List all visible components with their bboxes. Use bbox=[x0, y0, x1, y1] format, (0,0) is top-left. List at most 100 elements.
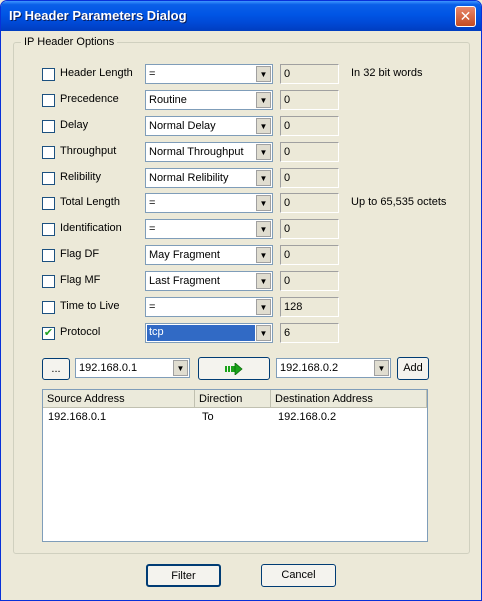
parameter-combo[interactable]: = ▼ bbox=[145, 297, 273, 317]
parameter-combo[interactable]: Normal Delay ▼ bbox=[145, 116, 273, 136]
chevron-down-icon[interactable]: ▼ bbox=[256, 195, 271, 211]
add-label: Add bbox=[403, 362, 423, 374]
parameter-value-field[interactable]: 0 bbox=[280, 142, 339, 162]
parameter-row: Flag DF May Fragment ▼ 0 bbox=[1, 244, 481, 266]
parameter-row: ✔ Protocol tcp ▼ 6 bbox=[1, 322, 481, 344]
parameter-checkbox[interactable] bbox=[42, 172, 55, 185]
parameter-combo-value: May Fragment bbox=[149, 249, 220, 261]
cell-source: 192.168.0.1 bbox=[48, 411, 107, 423]
parameter-label: Precedence bbox=[60, 93, 119, 105]
parameter-value-field[interactable]: 0 bbox=[280, 219, 339, 239]
parameter-combo[interactable]: = ▼ bbox=[145, 193, 273, 213]
parameter-label: Delay bbox=[60, 119, 89, 131]
parameter-row: Relibility Normal Relibility ▼ 0 bbox=[1, 167, 481, 189]
parameter-label: Total Length bbox=[60, 196, 120, 208]
parameter-label: Time to Live bbox=[60, 300, 120, 312]
parameter-value: 0 bbox=[284, 120, 291, 132]
parameter-checkbox[interactable] bbox=[42, 94, 55, 107]
parameter-value: 0 bbox=[284, 275, 291, 287]
address-list[interactable]: Source Address Direction Destination Add… bbox=[42, 389, 428, 542]
chevron-down-icon[interactable]: ▼ bbox=[256, 92, 271, 108]
parameter-checkbox[interactable] bbox=[42, 120, 55, 133]
title-bar[interactable]: IP Header Parameters Dialog ✕ bbox=[1, 1, 481, 31]
column-direction[interactable]: Direction bbox=[195, 390, 271, 408]
parameter-checkbox[interactable] bbox=[42, 68, 55, 81]
destination-address-combo[interactable]: 192.168.0.2 ▼ bbox=[276, 358, 391, 378]
cell-destination: 192.168.0.2 bbox=[278, 411, 337, 423]
browse-label: ... bbox=[51, 363, 61, 375]
parameter-combo[interactable]: = ▼ bbox=[145, 64, 273, 84]
chevron-down-icon[interactable]: ▼ bbox=[256, 247, 271, 263]
chevron-down-icon[interactable]: ▼ bbox=[256, 299, 271, 315]
parameter-combo[interactable]: = ▼ bbox=[145, 219, 273, 239]
parameter-value: 128 bbox=[284, 301, 303, 313]
destination-address-value: 192.168.0.2 bbox=[280, 362, 339, 374]
chevron-down-icon[interactable]: ▼ bbox=[256, 66, 271, 82]
parameter-label: Protocol bbox=[60, 326, 101, 338]
parameter-combo-value: = bbox=[149, 68, 156, 80]
parameter-value-field[interactable]: 0 bbox=[280, 168, 339, 188]
parameter-value-field[interactable]: 0 bbox=[280, 245, 339, 265]
parameter-checkbox[interactable] bbox=[42, 146, 55, 159]
chevron-down-icon[interactable]: ▼ bbox=[173, 360, 188, 376]
chevron-down-icon[interactable]: ▼ bbox=[256, 221, 271, 237]
parameter-checkbox[interactable] bbox=[42, 197, 55, 210]
parameter-row: Header Length = ▼ 0 In 32 bit words bbox=[1, 63, 481, 85]
list-header: Source Address Direction Destination Add… bbox=[43, 390, 427, 408]
parameter-value-field[interactable]: 0 bbox=[280, 271, 339, 291]
parameter-combo-value: Normal Delay bbox=[149, 120, 216, 132]
parameter-combo[interactable]: Last Fragment ▼ bbox=[145, 271, 273, 291]
parameter-value-field[interactable]: 0 bbox=[280, 116, 339, 136]
chevron-down-icon[interactable]: ▼ bbox=[256, 118, 271, 134]
parameter-checkbox[interactable] bbox=[42, 301, 55, 314]
parameter-value: 6 bbox=[284, 327, 291, 339]
parameter-combo[interactable]: Normal Relibility ▼ bbox=[145, 168, 273, 188]
source-address-combo[interactable]: 192.168.0.1 ▼ bbox=[75, 358, 190, 378]
parameter-combo-value: Routine bbox=[149, 94, 187, 106]
chevron-down-icon[interactable]: ▼ bbox=[256, 170, 271, 186]
parameter-row: Precedence Routine ▼ 0 bbox=[1, 89, 481, 111]
parameter-value: 0 bbox=[284, 146, 291, 158]
parameter-value-field[interactable]: 0 bbox=[280, 193, 339, 213]
close-icon: ✕ bbox=[459, 8, 472, 24]
parameter-checkbox[interactable]: ✔ bbox=[42, 327, 55, 340]
parameter-combo[interactable]: May Fragment ▼ bbox=[145, 245, 273, 265]
cancel-button[interactable]: Cancel bbox=[261, 564, 336, 587]
parameter-checkbox[interactable] bbox=[42, 275, 55, 288]
parameter-row: Flag MF Last Fragment ▼ 0 bbox=[1, 270, 481, 292]
parameter-combo-value: = bbox=[149, 223, 156, 235]
close-button[interactable]: ✕ bbox=[455, 6, 476, 27]
column-source[interactable]: Source Address bbox=[43, 390, 195, 408]
parameter-combo-value: Last Fragment bbox=[149, 275, 220, 287]
parameter-checkbox[interactable] bbox=[42, 223, 55, 236]
parameter-value: 0 bbox=[284, 94, 291, 106]
chevron-down-icon[interactable]: ▼ bbox=[256, 273, 271, 289]
direction-button[interactable] bbox=[198, 357, 270, 380]
parameter-combo-value: tcp bbox=[147, 325, 255, 341]
chevron-down-icon[interactable]: ▼ bbox=[256, 144, 271, 160]
filter-label: Filter bbox=[171, 570, 196, 582]
parameter-checkbox[interactable] bbox=[42, 249, 55, 262]
parameter-value-field[interactable]: 128 bbox=[280, 297, 339, 317]
parameter-combo[interactable]: Routine ▼ bbox=[145, 90, 273, 110]
window-title: IP Header Parameters Dialog bbox=[9, 8, 187, 23]
add-button[interactable]: Add bbox=[397, 357, 429, 380]
column-destination[interactable]: Destination Address bbox=[271, 390, 427, 408]
parameter-value-field[interactable]: 0 bbox=[280, 64, 339, 84]
dialog-window: IP Header Parameters Dialog ✕ IP Header … bbox=[0, 0, 482, 601]
group-label: IP Header Options bbox=[21, 36, 118, 48]
parameter-combo-value: Normal Relibility bbox=[149, 172, 229, 184]
filter-button[interactable]: Filter bbox=[146, 564, 221, 587]
parameter-combo[interactable]: tcp ▼ bbox=[145, 323, 273, 343]
chevron-down-icon[interactable]: ▼ bbox=[374, 360, 389, 376]
parameter-note: In 32 bit words bbox=[351, 67, 423, 79]
parameter-value-field[interactable]: 6 bbox=[280, 323, 339, 343]
parameter-value: 0 bbox=[284, 223, 291, 235]
parameter-value-field[interactable]: 0 bbox=[280, 90, 339, 110]
parameter-row: Throughput Normal Throughput ▼ 0 bbox=[1, 141, 481, 163]
parameter-combo-value: = bbox=[149, 197, 156, 209]
parameter-label: Flag MF bbox=[60, 274, 101, 286]
chevron-down-icon[interactable]: ▼ bbox=[256, 325, 271, 341]
browse-button[interactable]: ... bbox=[42, 358, 70, 380]
parameter-combo[interactable]: Normal Throughput ▼ bbox=[145, 142, 273, 162]
